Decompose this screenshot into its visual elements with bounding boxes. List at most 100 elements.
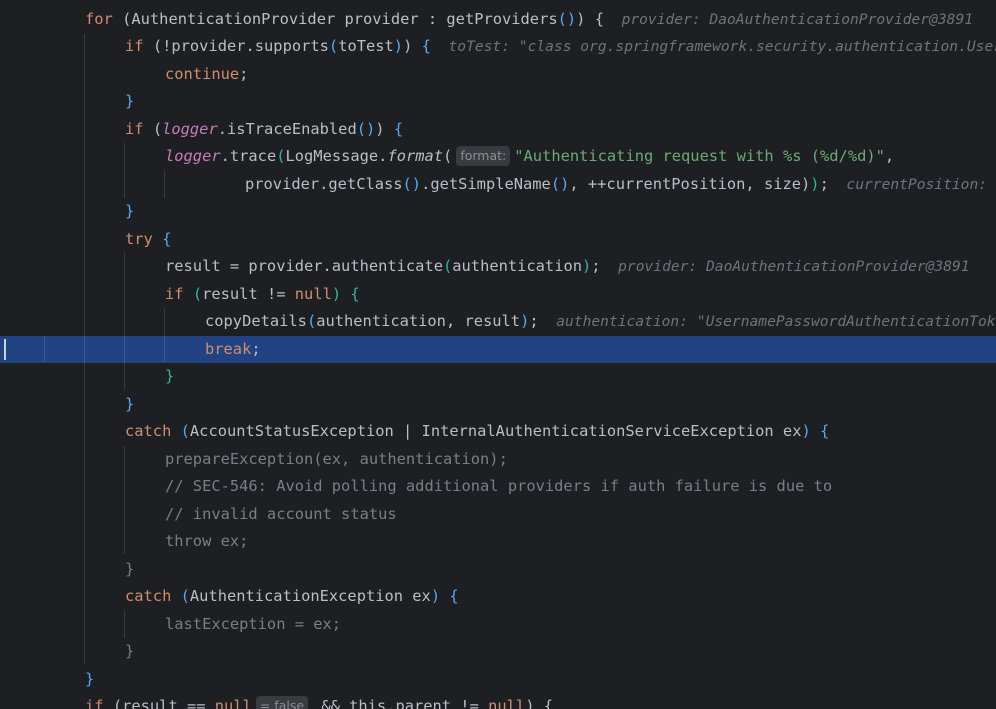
code-token: ( xyxy=(192,285,203,303)
code-text: if (result != null) { xyxy=(165,281,360,308)
code-token: ( xyxy=(112,697,123,709)
code-line[interactable]: if (!provider.supports(toTest)) { toTest… xyxy=(0,33,996,60)
inline-debug-value: currentPosition: 1 xyxy=(828,176,996,193)
code-text: } xyxy=(125,638,134,665)
code-token: AuthenticationProvider provider : getPro… xyxy=(131,10,558,28)
code-line[interactable]: lastException = ex; xyxy=(0,611,996,638)
code-line[interactable]: } xyxy=(0,556,996,583)
code-token: } xyxy=(125,202,135,220)
code-line[interactable]: } xyxy=(0,638,996,665)
code-token: ; xyxy=(819,175,829,193)
code-token: { xyxy=(820,422,830,440)
code-text: if (logger.isTraceEnabled()) { xyxy=(125,116,403,143)
code-text: continue; xyxy=(165,61,248,88)
code-line[interactable]: continue; xyxy=(0,61,996,88)
code-token: authentication xyxy=(452,257,582,275)
code-token: } xyxy=(125,395,135,413)
code-token: throw ex; xyxy=(165,532,249,550)
code-token: .trace xyxy=(220,147,277,165)
code-token: ) xyxy=(810,175,820,193)
code-token: lastException = ex; xyxy=(165,615,342,633)
code-token: } xyxy=(125,642,135,660)
code-line[interactable]: catch (AuthenticationException ex) { xyxy=(0,583,996,610)
code-line[interactable]: provider.getClass().getSimpleName(), ++c… xyxy=(0,171,996,198)
code-token: authentication, result xyxy=(316,312,521,330)
code-line[interactable]: if (result != null) { xyxy=(0,281,996,308)
code-line[interactable]: } xyxy=(0,666,996,693)
code-token: ( xyxy=(152,120,163,138)
code-token: provider.getClass xyxy=(245,175,403,193)
code-token: result != xyxy=(202,285,295,303)
code-token: ; xyxy=(239,65,249,83)
keyword-token: try xyxy=(125,230,153,248)
code-token: AuthenticationException ex xyxy=(189,587,431,605)
code-line[interactable]: for (AuthenticationProvider provider : g… xyxy=(0,6,996,33)
code-text: if (!provider.supports(toTest)) { toTest… xyxy=(125,33,996,60)
code-token: { xyxy=(421,37,431,55)
code-comment: // invalid account status xyxy=(165,505,397,523)
code-line[interactable]: } xyxy=(0,363,996,390)
code-token: () xyxy=(550,175,570,193)
keyword-token: for xyxy=(85,10,113,28)
code-text: result = provider.authenticate(authentic… xyxy=(165,253,970,280)
code-text: break; xyxy=(205,336,261,363)
code-text: prepareException(ex, authentication); xyxy=(165,446,508,473)
code-text: provider.getClass().getSimpleName(), ++c… xyxy=(245,171,996,198)
code-token: ) xyxy=(430,587,441,605)
code-token: ) xyxy=(331,285,342,303)
code-token: ( xyxy=(328,37,339,55)
code-token: { xyxy=(543,697,554,709)
code-token: () xyxy=(557,10,577,28)
code-editor[interactable]: for (AuthenticationProvider provider : g… xyxy=(0,0,996,709)
code-token: ( xyxy=(122,10,132,28)
current-line[interactable]: break; xyxy=(0,336,996,364)
keyword-token: null xyxy=(214,697,252,709)
code-token: () xyxy=(402,175,422,193)
code-token: { xyxy=(350,285,360,303)
code-line[interactable]: // SEC-546: Avoid polling additional pro… xyxy=(0,473,996,500)
code-token: } xyxy=(85,670,95,688)
code-line[interactable]: if (logger.isTraceEnabled()) { xyxy=(0,116,996,143)
code-token: ( xyxy=(306,312,317,330)
code-line[interactable]: logger.trace(LogMessage.format(format: "A… xyxy=(0,143,996,170)
code-text: throw ex; xyxy=(165,528,248,555)
code-line[interactable]: if (result == null = false && this.parent… xyxy=(0,693,996,709)
indent-guide xyxy=(44,336,45,363)
field-token: logger xyxy=(165,147,221,165)
code-token: ( xyxy=(180,422,190,440)
code-line[interactable]: catch (AccountStatusException | Internal… xyxy=(0,418,996,445)
code-line[interactable]: } xyxy=(0,198,996,225)
keyword-token: null xyxy=(488,697,526,709)
indent-guide xyxy=(84,336,85,363)
code-token: { xyxy=(393,120,404,138)
code-line[interactable]: try { xyxy=(0,226,996,253)
code-token: && this.parent != xyxy=(312,697,489,709)
code-line[interactable]: // invalid account status xyxy=(0,501,996,528)
code-token: { xyxy=(594,10,604,28)
code-line[interactable]: } xyxy=(0,391,996,418)
code-line[interactable]: } xyxy=(0,88,996,115)
code-line[interactable]: throw ex; xyxy=(0,528,996,555)
code-line[interactable]: prepareException(ex, authentication); xyxy=(0,446,996,473)
field-token: logger xyxy=(162,120,218,138)
inline-debug-value: authentication: "UsernamePasswordAuthent… xyxy=(556,313,996,330)
code-token: LogMessage. xyxy=(285,147,388,165)
code-line[interactable]: copyDetails(authentication, result); aut… xyxy=(0,308,996,335)
code-token: prepareException(ex, authentication); xyxy=(165,450,508,468)
keyword-token: null xyxy=(294,285,332,303)
code-text: lastException = ex; xyxy=(165,611,341,638)
code-token: ( xyxy=(180,587,190,605)
code-token: .getSimpleName xyxy=(421,175,551,193)
code-text: // SEC-546: Avoid polling additional pro… xyxy=(165,473,832,500)
keyword-token: catch xyxy=(125,422,172,440)
code-text: if (result == null = false && this.parent… xyxy=(85,693,553,709)
code-line[interactable]: result = provider.authenticate(authentic… xyxy=(0,253,996,280)
inline-debug-value: provider: DaoAuthenticationProvider@3891 xyxy=(600,258,970,275)
